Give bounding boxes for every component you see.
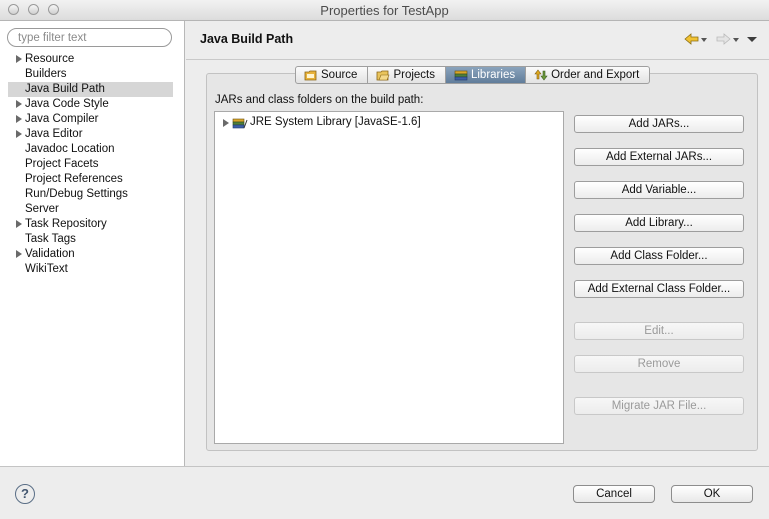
window-title: Properties for TestApp	[320, 3, 449, 18]
tab-libraries[interactable]: Libraries	[445, 66, 527, 84]
tree-item-project-references[interactable]: Project References	[8, 172, 173, 187]
ok-button[interactable]: OK	[671, 485, 753, 503]
expand-arrow-icon[interactable]	[16, 130, 22, 138]
page-title: Java Build Path	[200, 32, 294, 46]
remove-button[interactable]: Remove	[574, 355, 744, 373]
build-path-label: JARs and class folders on the build path…	[215, 94, 424, 106]
tree-item-java-code-style[interactable]: Java Code Style	[8, 97, 173, 112]
tree-item-task-repository[interactable]: Task Repository	[8, 217, 173, 232]
libraries-icon	[454, 70, 468, 81]
tree-item-resource[interactable]: Resource	[8, 52, 173, 67]
expand-arrow-icon[interactable]	[16, 115, 22, 123]
expand-arrow-icon[interactable]	[223, 118, 229, 127]
view-menu-icon[interactable]	[746, 33, 758, 45]
tree-item-validation[interactable]: Validation	[8, 247, 173, 262]
header-separator	[186, 59, 769, 60]
add-external-jars-button[interactable]: Add External JARs...	[574, 148, 744, 166]
tree-item-javadoc-location[interactable]: Javadoc Location	[8, 142, 173, 157]
migrate-jar-file-button[interactable]: Migrate JAR File...	[574, 397, 744, 415]
edit-button[interactable]: Edit...	[574, 322, 744, 340]
tree-item-task-tags[interactable]: Task Tags	[8, 232, 173, 247]
tab-source[interactable]: Source	[295, 66, 369, 84]
preferences-sidebar: Resource Builders Java Build Path Java C…	[0, 21, 185, 466]
list-item-jre-system-library[interactable]: JRE System Library [JavaSE-1.6]	[223, 115, 421, 130]
add-library-button[interactable]: Add Library...	[574, 214, 744, 232]
tree-item-java-build-path[interactable]: Java Build Path	[8, 82, 173, 97]
add-variable-button[interactable]: Add Variable...	[574, 181, 744, 199]
footer-separator	[0, 466, 769, 467]
tree-item-java-compiler[interactable]: Java Compiler	[8, 112, 173, 127]
source-folder-icon	[304, 70, 317, 81]
tree-item-run-debug-settings[interactable]: Run/Debug Settings	[8, 187, 173, 202]
tab-order-and-export[interactable]: Order and Export	[526, 66, 651, 84]
projects-icon	[377, 70, 390, 81]
forward-arrow-icon	[716, 33, 739, 45]
back-arrow-icon[interactable]	[684, 33, 708, 45]
filter-input[interactable]	[7, 28, 172, 47]
expand-arrow-icon[interactable]	[16, 100, 22, 108]
expand-arrow-icon[interactable]	[16, 55, 22, 63]
build-path-tabs: Source Projects Libraries Order and Expo…	[295, 66, 651, 84]
add-external-class-folder-button[interactable]: Add External Class Folder...	[574, 280, 744, 298]
tree-item-java-editor[interactable]: Java Editor	[8, 127, 173, 142]
property-tree: Resource Builders Java Build Path Java C…	[8, 52, 173, 277]
tree-item-wikitext[interactable]: WikiText	[8, 262, 173, 277]
order-export-icon	[534, 69, 548, 81]
help-icon[interactable]: ?	[15, 484, 35, 504]
add-class-folder-button[interactable]: Add Class Folder...	[574, 247, 744, 265]
expand-arrow-icon[interactable]	[16, 250, 22, 258]
build-path-list[interactable]: JRE System Library [JavaSE-1.6]	[214, 111, 564, 444]
tree-item-builders[interactable]: Builders	[8, 67, 173, 82]
cancel-button[interactable]: Cancel	[573, 485, 655, 503]
tab-projects[interactable]: Projects	[368, 66, 446, 84]
add-jars-button[interactable]: Add JARs...	[574, 115, 744, 133]
expand-arrow-icon[interactable]	[16, 220, 22, 228]
library-icon	[232, 118, 248, 128]
tree-item-project-facets[interactable]: Project Facets	[8, 157, 173, 172]
window-titlebar: Properties for TestApp	[0, 0, 769, 21]
tree-item-server[interactable]: Server	[8, 202, 173, 217]
main-panel: Java Build Path Source Projects Librarie…	[186, 21, 769, 466]
